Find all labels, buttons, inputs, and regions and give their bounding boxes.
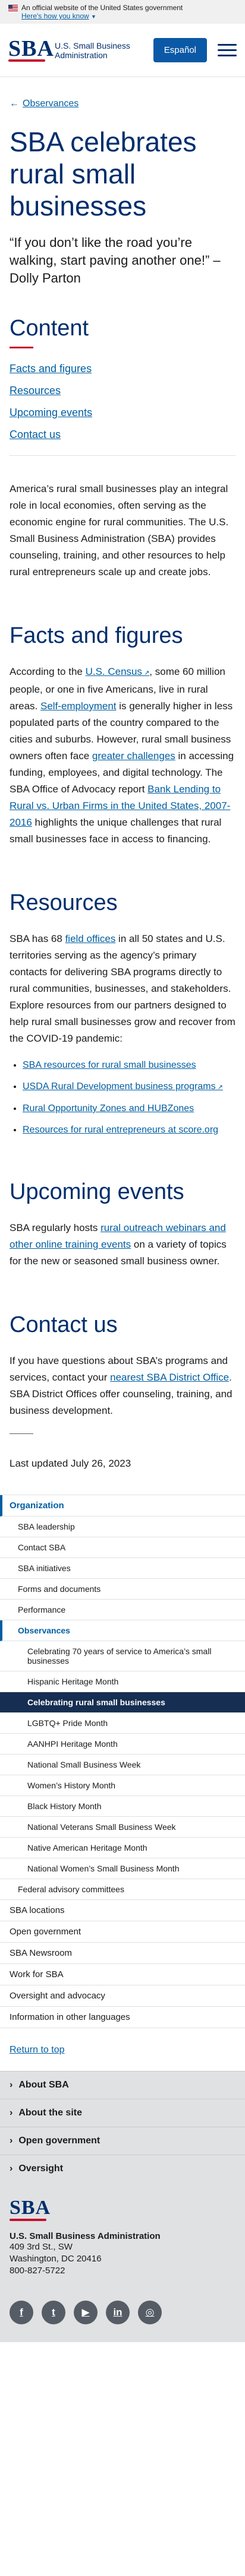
census-link[interactable]: U.S. Census [86, 666, 150, 677]
instagram-icon[interactable]: ◎ [138, 2301, 162, 2324]
toc-divider [10, 347, 33, 348]
last-updated: Last updated July 26, 2023 [10, 1458, 131, 1469]
events-heading: Upcoming events [10, 1179, 184, 1204]
nav-oversight-advocacy[interactable]: Oversight and advocacy [0, 1985, 245, 2007]
twitter-icon[interactable]: t [42, 2301, 65, 2324]
nav-contact-sba[interactable]: Contact SBA [0, 1537, 245, 1558]
breadcrumb-observances-link[interactable]: Observances [23, 99, 78, 109]
nav-obs-womens-sb[interactable]: National Women’s Small Business Month [0, 1858, 245, 1879]
resource-link[interactable]: Resources for rural entrepreneurs at sco… [23, 1125, 218, 1135]
nav-obs-aanhpi[interactable]: AANHPI Heritage Month [0, 1734, 245, 1755]
logo-text: U.S. Small Business Administration [55, 40, 130, 60]
sba-logo[interactable]: SBA U.S. Small Business Administration [8, 37, 153, 64]
nav-obs-nsbw[interactable]: National Small Business Week [0, 1755, 245, 1775]
page-title: SBA celebrates rural small businesses [10, 126, 197, 221]
toc-link-events[interactable]: Upcoming events [10, 407, 92, 418]
resources-list: SBA resources for rural small businesses… [10, 1059, 235, 1137]
resources-paragraph: SBA has 68 field offices in all 50 state… [10, 933, 235, 1044]
chevron-right-icon: › [10, 2163, 13, 2174]
nav-obs-native-american[interactable]: Native American Heritage Month [0, 1838, 245, 1858]
social-links: f t ▶ in ◎ [10, 2301, 235, 2324]
nav-federal-advisory[interactable]: Federal advisory committees [0, 1879, 245, 1900]
divider [10, 1433, 33, 1434]
facts-paragraph: According to the U.S. Census, some 60 mi… [10, 664, 235, 848]
nav-obs-pride[interactable]: LGBTQ+ Pride Month [0, 1713, 245, 1734]
footer-phone: 800-827-5722 [10, 2266, 65, 2276]
gov-banner-text: An official website of the United States… [21, 4, 183, 12]
self-employment-link[interactable]: Self-employment [40, 700, 117, 712]
nav-obs-veterans[interactable]: National Veterans Small Business Week [0, 1817, 245, 1838]
site-header: SBA U.S. Small Business Administration E… [0, 24, 245, 77]
field-offices-link[interactable]: field offices [65, 933, 116, 944]
nav-forms-documents[interactable]: Forms and documents [0, 1579, 245, 1600]
accordion-about-site[interactable]: › About the site [0, 2099, 245, 2127]
us-flag-icon [8, 4, 18, 11]
events-paragraph: SBA regularly hosts rural outreach webin… [10, 1222, 227, 1267]
toc-list: Facts and figures Resources Upcoming eve… [10, 363, 235, 441]
footer-logo[interactable]: SBA [10, 2197, 51, 2223]
chevron-right-icon: › [10, 2080, 13, 2090]
toc-link-contact[interactable]: Contact us [10, 429, 61, 440]
menu-icon[interactable] [218, 44, 237, 56]
facts-heading: Facts and figures [10, 623, 183, 648]
return-to-top-link[interactable]: Return to top [10, 2045, 235, 2055]
footer-address-2: Washington, DC 20416 [10, 2254, 102, 2264]
nav-obs-womens-history[interactable]: Women’s History Month [0, 1775, 245, 1796]
nav-sba-locations[interactable]: SBA locations [0, 1900, 245, 1921]
espanol-button[interactable]: Español [153, 38, 207, 62]
nav-obs-70-years[interactable]: Celebrating 70 years of service to Ameri… [0, 1641, 245, 1671]
nav-organization[interactable]: Organization [0, 1495, 245, 1517]
nav-obs-rural[interactable]: Celebrating rural small businesses [0, 1692, 245, 1713]
accordion-about-sba[interactable]: › About SBA [0, 2071, 245, 2099]
intro-paragraph: America’s rural small businesses play an… [10, 483, 229, 578]
resources-heading: Resources [10, 890, 118, 915]
resource-link[interactable]: USDA Rural Development business programs [23, 1081, 223, 1092]
chevron-right-icon: › [10, 2108, 13, 2118]
accordion-open-government[interactable]: › Open government [0, 2127, 245, 2155]
how-you-know-link[interactable]: Here's how you know [21, 12, 89, 20]
logo-swoosh [8, 59, 45, 62]
accordion-oversight[interactable]: › Oversight [0, 2155, 245, 2182]
district-office-link[interactable]: nearest SBA District Office [110, 1372, 229, 1383]
breadcrumb: ← Observances [10, 99, 235, 109]
toc-heading: Content [10, 316, 89, 341]
linkedin-icon[interactable]: in [106, 2301, 130, 2324]
page-quote: “If you don’t like the road you’re walki… [10, 235, 221, 285]
toc-link-resources[interactable]: Resources [10, 385, 61, 396]
nav-work-for-sba[interactable]: Work for SBA [0, 1964, 245, 1985]
logo-letters: SBA [8, 36, 54, 61]
nav-sba-leadership[interactable]: SBA leadership [0, 1517, 245, 1537]
footer-address-1: 409 3rd St., SW [10, 2242, 73, 2252]
footer-org-name: U.S. Small Business Administration [10, 2231, 161, 2241]
nav-performance[interactable]: Performance [0, 1600, 245, 1620]
list-item: Rural Opportunity Zones and HUBZones [23, 1102, 235, 1115]
resource-link[interactable]: SBA resources for rural small businesses [23, 1060, 196, 1070]
gov-banner: An official website of the United States… [0, 0, 245, 24]
nav-sba-initiatives[interactable]: SBA initiatives [0, 1558, 245, 1579]
toc-link-facts[interactable]: Facts and figures [10, 363, 92, 375]
chevron-down-icon: ▼ [91, 14, 96, 20]
divider [10, 455, 235, 456]
list-item: Resources for rural entrepreneurs at sco… [23, 1124, 235, 1137]
nav-other-languages[interactable]: Information in other languages [0, 2007, 245, 2028]
nav-observances[interactable]: Observances [0, 1620, 245, 1641]
list-item: USDA Rural Development business programs [23, 1080, 235, 1094]
youtube-icon[interactable]: ▶ [74, 2301, 98, 2324]
nav-open-government[interactable]: Open government [0, 1921, 245, 1943]
nav-sba-newsroom[interactable]: SBA Newsroom [0, 1943, 245, 1964]
resource-link[interactable]: Rural Opportunity Zones and HUBZones [23, 1103, 194, 1113]
greater-challenges-link[interactable]: greater challenges [92, 750, 175, 762]
side-navigation: Organization SBA leadership Contact SBA … [0, 1495, 245, 2028]
chevron-right-icon: › [10, 2136, 13, 2146]
footer-accordion: › About SBA › About the site › Open governm… [0, 2071, 245, 2182]
list-item: SBA resources for rural small businesses [23, 1059, 235, 1072]
arrow-left-icon: ← [10, 99, 19, 109]
facebook-icon[interactable]: f [10, 2301, 33, 2324]
nav-obs-hispanic[interactable]: Hispanic Heritage Month [0, 1671, 245, 1692]
contact-paragraph: If you have questions about SBA’s progra… [10, 1355, 233, 1416]
contact-heading: Contact us [10, 1312, 118, 1337]
nav-obs-black-history[interactable]: Black History Month [0, 1796, 245, 1817]
site-footer: SBA U.S. Small Business Administration 4… [0, 2182, 245, 2342]
